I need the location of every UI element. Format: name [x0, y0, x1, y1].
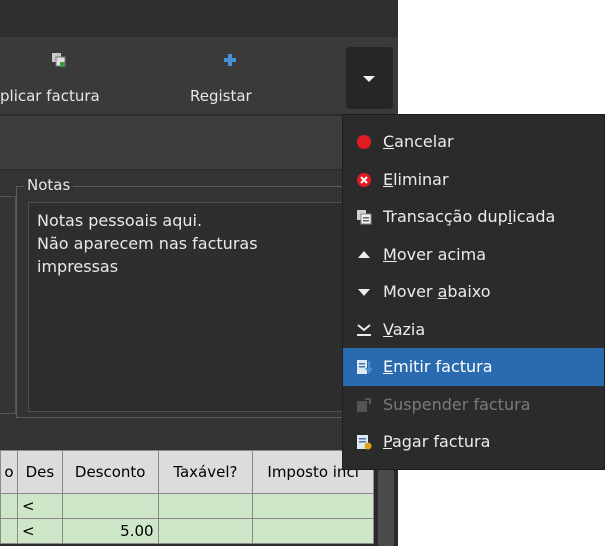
table-cell[interactable] [252, 493, 374, 519]
menu-item-label: Emitir factura [383, 357, 493, 377]
clear-icon [357, 323, 371, 336]
table-cell[interactable] [61, 493, 159, 519]
arrow-up-icon [358, 250, 370, 258]
duplicate-icon [357, 210, 372, 225]
menu-item[interactable]: Vazia [343, 311, 604, 349]
menu-item[interactable]: Emitir factura [343, 348, 604, 386]
table-cell[interactable] [0, 518, 18, 544]
column-header[interactable]: Taxável? [157, 450, 254, 494]
menu-item[interactable]: Transacção duplicada [343, 198, 604, 236]
duplicate-icon [52, 53, 66, 67]
plus-icon [224, 54, 236, 66]
chevron-down-icon [363, 76, 375, 82]
unpost-invoice-icon [357, 397, 371, 412]
table-row[interactable]: < [0, 493, 374, 519]
menu-item[interactable]: Mover abaixo [343, 273, 604, 311]
menu-item-label: Vazia [383, 319, 426, 339]
menu-item[interactable]: Eliminar [343, 161, 604, 199]
menu-item-label: Pagar factura [383, 432, 491, 452]
table-cell[interactable] [0, 493, 18, 519]
more-actions-button[interactable] [346, 47, 393, 109]
pay-invoice-icon [357, 435, 372, 450]
arrow-down-icon [358, 289, 370, 296]
partial-left-panel [0, 196, 16, 414]
menu-item[interactable]: Mover acima [343, 236, 604, 274]
delete-icon [357, 172, 371, 187]
table-cell[interactable] [252, 518, 374, 544]
table-header-row: o Des Desconto Taxável? Imposto incl [0, 450, 374, 494]
menu-item-label: Mover acima [383, 244, 487, 264]
notes-legend: Notas [24, 176, 74, 194]
duplicate-invoice-button[interactable]: plicar factura [0, 37, 160, 115]
cancel-icon [357, 135, 371, 149]
column-header[interactable]: Desconto [61, 450, 159, 494]
post-invoice-icon [357, 360, 372, 374]
menu-item-label: Mover abaixo [383, 282, 491, 302]
table-cell[interactable]: 5.00 [61, 518, 159, 544]
table-cell[interactable] [157, 493, 254, 519]
table-cell[interactable] [157, 518, 254, 544]
column-header[interactable]: Des [16, 450, 63, 494]
table-row[interactable]: < 5.00 [0, 518, 374, 544]
menu-item: Suspender factura [343, 386, 604, 424]
menu-item-label: Eliminar [383, 169, 449, 189]
menu-item-label: Transacção duplicada [383, 207, 556, 227]
menu-item-label: Suspender factura [383, 394, 531, 414]
table-cell[interactable]: < [16, 493, 63, 519]
register-label: Registar [190, 87, 252, 105]
register-button[interactable]: Registar [168, 37, 293, 115]
invoice-window: plicar factura Registar Notas Notas pess… [0, 0, 398, 546]
invoice-entries-table: o Des Desconto Taxável? Imposto incl < <… [0, 450, 374, 546]
actions-dropdown-menu: Cancelar Eliminar Transacção duplicada Move… [342, 114, 605, 470]
table-cell[interactable]: < [16, 518, 63, 544]
info-bar [0, 116, 398, 170]
menu-item[interactable]: Cancelar [343, 123, 604, 161]
menu-item[interactable]: Pagar factura [343, 423, 604, 461]
toolbar: plicar factura Registar [0, 37, 398, 115]
content-area: Notas Notas pessoais aqui. Não aparecem … [0, 170, 398, 450]
duplicate-invoice-label: plicar factura [0, 87, 100, 105]
menu-item-label: Cancelar [383, 132, 454, 152]
column-header[interactable]: o [0, 450, 18, 494]
